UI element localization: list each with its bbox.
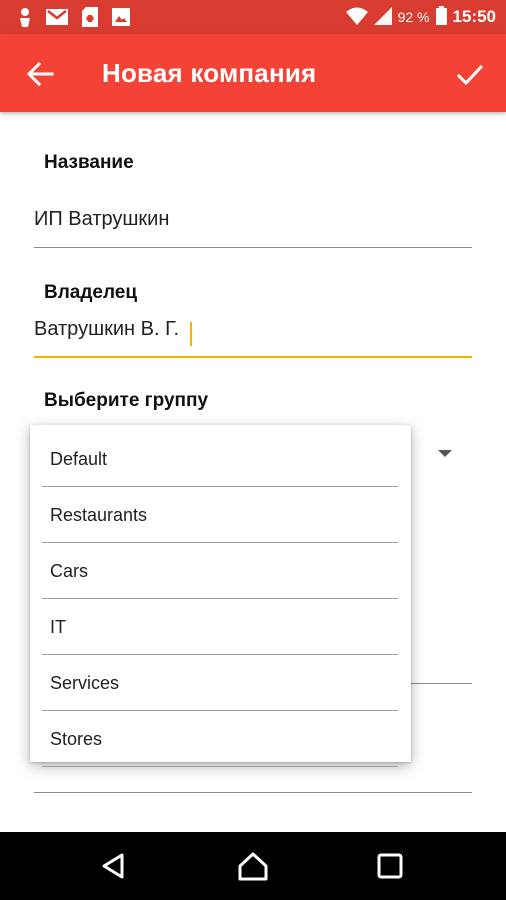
option-label: Default bbox=[50, 449, 108, 469]
person-pin-icon bbox=[18, 7, 32, 32]
image-icon bbox=[112, 8, 130, 31]
back-triangle-icon[interactable] bbox=[98, 850, 130, 882]
option-divider bbox=[42, 766, 398, 767]
signal-icon bbox=[373, 6, 392, 28]
name-field[interactable] bbox=[34, 208, 472, 248]
owner-input[interactable] bbox=[34, 318, 472, 347]
group-label: Выберите группу bbox=[44, 390, 209, 411]
option-stores[interactable]: Stores bbox=[42, 711, 398, 767]
option-label: IT bbox=[50, 617, 66, 637]
option-label: Cars bbox=[50, 561, 89, 581]
notification-icons bbox=[18, 7, 130, 32]
wifi-icon bbox=[345, 7, 368, 28]
option-label: Restaurants bbox=[50, 505, 148, 525]
option-default[interactable]: Default bbox=[42, 431, 398, 487]
navigation-bar bbox=[0, 832, 506, 900]
name-label: Название bbox=[44, 152, 134, 173]
option-services[interactable]: Services bbox=[42, 655, 398, 711]
option-restaurants[interactable]: Restaurants bbox=[42, 487, 398, 543]
checkmark-icon[interactable] bbox=[454, 58, 486, 90]
option-it[interactable]: IT bbox=[42, 599, 398, 655]
status-bar: 92 % 15:50 bbox=[0, 0, 506, 34]
clock: 15:50 bbox=[452, 7, 496, 26]
dropdown-arrow-icon[interactable] bbox=[438, 450, 452, 457]
group-dropdown: Default Restaurants Cars IT Services Sto… bbox=[30, 425, 411, 767]
sim-card-icon bbox=[82, 7, 98, 32]
gmail-icon bbox=[46, 9, 68, 30]
owner-field[interactable] bbox=[34, 318, 472, 358]
option-label: Services bbox=[50, 673, 120, 693]
battery-icon bbox=[435, 6, 447, 28]
home-circle-icon[interactable] bbox=[237, 850, 269, 882]
owner-underline bbox=[34, 356, 472, 358]
option-cars[interactable]: Cars bbox=[42, 543, 398, 599]
page-title: Новая компания bbox=[102, 58, 317, 88]
arrow-back-icon[interactable] bbox=[24, 58, 56, 90]
system-status: 92 % 15:50 bbox=[345, 6, 496, 28]
battery-percent: 92 % bbox=[397, 9, 430, 25]
name-input[interactable] bbox=[34, 208, 472, 237]
option-label: Stores bbox=[50, 729, 103, 749]
owner-label: Владелец bbox=[44, 282, 138, 303]
hidden-field-underline-2 bbox=[34, 792, 472, 793]
app-bar: Новая компания bbox=[0, 34, 506, 112]
recents-square-icon[interactable] bbox=[374, 850, 406, 882]
name-underline bbox=[34, 247, 472, 248]
text-cursor bbox=[190, 322, 192, 346]
